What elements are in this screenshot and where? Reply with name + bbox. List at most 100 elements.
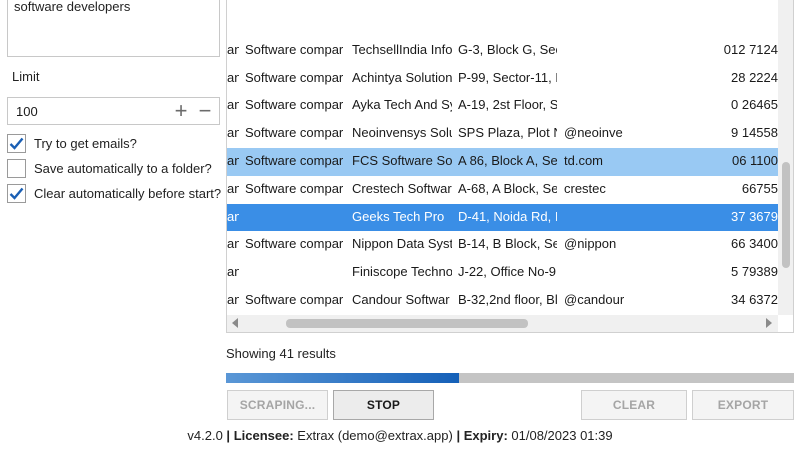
type-cell: Software compar	[245, 69, 344, 85]
email-cell: crestec	[564, 180, 606, 196]
phone-cell: 012 7124	[723, 41, 778, 57]
phone-cell: 28 2224	[731, 69, 778, 85]
plus-icon[interactable]: +	[172, 99, 190, 123]
table-row[interactable]: an Software compar Candour Softwar B-32,2nd…	[227, 287, 778, 315]
table-row[interactable]: an Software compar Crestech Softwar A-68, A…	[227, 176, 778, 204]
try-emails-checkbox[interactable]	[7, 133, 26, 153]
table-row[interactable]: an Software compar Nippon Data Syst B-14, B…	[227, 231, 778, 259]
category-cell: an	[227, 41, 239, 57]
company-cell: FCS Software Sol	[352, 152, 452, 168]
company-cell: Finiscope Techno	[352, 264, 452, 280]
phone-cell: 5 79389	[731, 264, 778, 280]
table-row[interactable]: an Software compar Ayka Tech And Sy A-19, 2…	[227, 92, 778, 120]
phone-cell: 06 1100	[731, 152, 778, 168]
scroll-right-icon[interactable]	[766, 318, 772, 328]
export-button[interactable]: EXPORT	[692, 390, 794, 420]
clear-before-start-checkbox[interactable]	[7, 183, 26, 203]
phone-cell: 34 6372	[731, 291, 778, 307]
address-cell: J-22, Office No-9	[458, 264, 557, 280]
separator: |	[222, 428, 234, 443]
option-try-emails[interactable]: Try to get emails?	[7, 133, 137, 153]
table-row[interactable]: an Software compar Achintya Solution P-99, …	[227, 65, 778, 93]
license-footer: v4.2.0 | Licensee: Extrax (demo@extrax.a…	[0, 428, 800, 443]
keywords-textarea[interactable]: software developers	[7, 0, 220, 57]
phone-cell: 9 14558	[731, 125, 778, 141]
results-count: Showing 41 results	[226, 346, 336, 361]
email-cell: @neoinve	[564, 125, 623, 141]
minus-icon[interactable]: −	[196, 99, 214, 123]
table-row[interactable]: an Geeks Tech Pro D-41, Noida Rd, I 37 3679	[227, 203, 778, 232]
category-cell: an	[227, 180, 239, 196]
category-cell: an	[227, 208, 239, 224]
category-cell: an	[227, 264, 239, 280]
scroll-left-icon[interactable]	[232, 318, 238, 328]
limit-stepper[interactable]: 100 + −	[7, 97, 220, 125]
licensee-value: Extrax (demo@extrax.app)	[293, 428, 453, 443]
phone-cell: 0 26465	[731, 97, 778, 113]
keywords-text: software developers	[14, 0, 131, 14]
table-row[interactable]: an Software compar Neoinvensys Solu SPS Pla…	[227, 120, 778, 148]
company-cell: Ayka Tech And Sy	[352, 97, 452, 113]
company-cell: Neoinvensys Solu	[352, 125, 452, 141]
stop-button[interactable]: STOP	[333, 390, 434, 420]
type-cell: Software compar	[245, 41, 344, 57]
address-cell: B-14, B Block, Sec	[458, 236, 557, 252]
option-save-folder[interactable]: Save automatically to a folder?	[7, 158, 212, 178]
results-grid[interactable]: an Software compar TechsellIndia Info G-3, …	[226, 0, 794, 333]
company-cell: Crestech Softwar	[352, 180, 452, 196]
company-cell: Nippon Data Syst	[352, 236, 452, 252]
horizontal-scrollbar[interactable]	[227, 315, 778, 332]
licensee-label: Licensee:	[233, 428, 294, 443]
type-cell: Software compar	[245, 180, 344, 196]
address-cell: A-19, 2st Floor, S	[458, 97, 557, 113]
type-cell: Software compar	[245, 97, 344, 113]
address-cell: D-41, Noida Rd, I	[458, 208, 557, 224]
checkmark-icon	[9, 187, 24, 200]
scraping-button[interactable]: SCRAPING...	[227, 390, 328, 420]
phone-cell: 66 3400	[731, 236, 778, 252]
category-cell: an	[227, 69, 239, 85]
email-cell: @nippon	[564, 236, 617, 252]
vertical-scrollbar[interactable]	[778, 0, 793, 315]
company-cell: Geeks Tech Pro	[352, 208, 445, 224]
results-rows: an Software compar TechsellIndia Info G-3, …	[227, 9, 778, 332]
clear-button[interactable]: CLEAR	[581, 390, 687, 420]
save-folder-checkbox[interactable]	[7, 158, 26, 178]
limit-value[interactable]: 100	[16, 104, 38, 119]
version-text: v4.2.0	[187, 428, 223, 443]
option-clear-before-start[interactable]: Clear automatically before start?	[7, 183, 221, 203]
address-cell: P-99, Sector-11, I	[458, 69, 557, 85]
save-folder-label: Save automatically to a folder?	[34, 160, 212, 176]
address-cell: B-32,2nd floor, Bl	[458, 291, 557, 307]
expiry-value: 01/08/2023 01:39	[507, 428, 613, 443]
table-row[interactable]: an Software compar FCS Software Sol A 86, B…	[227, 147, 778, 176]
horizontal-scroll-thumb[interactable]	[286, 319, 528, 328]
email-cell: td.com	[564, 152, 604, 168]
category-cell: an	[227, 152, 239, 168]
company-cell: Achintya Solution	[352, 69, 452, 85]
table-row[interactable]: an Finiscope Techno J-22, Office No-9 5 793…	[227, 259, 778, 287]
expiry-label: Expiry:	[463, 428, 508, 443]
type-cell: Software compar	[245, 291, 344, 307]
address-cell: A-68, A Block, Se	[458, 180, 557, 196]
company-cell: TechsellIndia Info	[352, 41, 452, 57]
table-row[interactable]: an Software compar TechsellIndia Info G-3, …	[227, 37, 778, 65]
category-cell: an	[227, 97, 239, 113]
company-cell: Candour Softwar	[352, 291, 450, 307]
type-cell: Software compar	[245, 152, 344, 168]
type-cell: Software compar	[245, 236, 344, 252]
vertical-scroll-thumb[interactable]	[782, 162, 790, 268]
progress-bar	[226, 373, 794, 383]
email-cell: @candour	[564, 291, 625, 307]
table-row[interactable]	[227, 9, 778, 37]
address-cell: SPS Plaza, Plot N	[458, 125, 557, 141]
checkmark-icon	[9, 137, 24, 150]
clear-before-start-label: Clear automatically before start?	[34, 185, 222, 201]
category-cell: an	[227, 291, 239, 307]
limit-label: Limit	[12, 69, 40, 84]
separator: |	[452, 428, 464, 443]
address-cell: A 86, Block A, Sec	[458, 152, 557, 168]
try-emails-label: Try to get emails?	[34, 135, 137, 151]
category-cell: an	[227, 236, 239, 252]
address-cell: G-3, Block G, Sec	[458, 41, 557, 57]
